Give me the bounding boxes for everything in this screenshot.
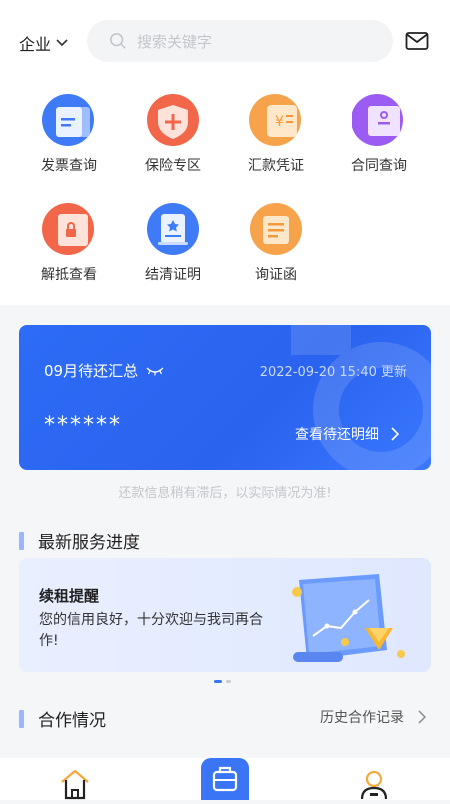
top-panel: 企业 搜索关键字 发票查询 保险专区 ¥ 汇款凭证 合同查询 解抵查看 结清证明… [0, 0, 450, 305]
card-watermark [291, 325, 431, 470]
service-label: 发票查询 [41, 158, 97, 174]
service-label: 保险专区 [145, 158, 201, 174]
renewal-reminder-banner[interactable]: 续租提醒 您的信用良好，十分欢迎与我司再合作! [19, 558, 431, 672]
service-confirmation[interactable]: 询证函 [231, 202, 321, 284]
confirmation-letter-icon [249, 202, 303, 256]
service-remittance[interactable]: ¥ 汇款凭证 [231, 93, 321, 175]
summary-updated-time: 2022-09-20 15:40 更新 [259, 365, 407, 380]
chevron-right-icon [418, 710, 426, 724]
header: 企业 搜索关键字 [0, 0, 450, 80]
promo-title: 续租提醒 [39, 587, 100, 605]
section-bar [19, 709, 24, 728]
section-title: 最新服务进度 [38, 533, 140, 553]
section-title: 合作情况 [38, 711, 106, 731]
repayment-hint: 还款信息稍有滞后，以实际情况为准! [118, 486, 332, 501]
progress-section-header: 最新服务进度 [19, 528, 140, 553]
enterprise-selector[interactable]: 企业 [19, 31, 69, 55]
invoice-icon [42, 93, 96, 147]
chevron-right-icon [391, 427, 399, 441]
release-mortgage-icon [42, 202, 96, 256]
history-link-label: 历史合作记录 [320, 710, 404, 726]
tab-briefcase[interactable] [201, 758, 249, 800]
home-icon[interactable] [58, 766, 92, 800]
service-release[interactable]: 解抵查看 [24, 202, 114, 284]
carousel-dot[interactable] [226, 680, 231, 683]
contract-icon [351, 93, 406, 147]
eye-closed-icon[interactable] [146, 366, 164, 376]
service-contract[interactable]: 合同查询 [334, 93, 424, 175]
service-label: 结清证明 [145, 267, 201, 283]
history-cooperation-link[interactable]: 历史合作记录 [320, 707, 426, 727]
search-input[interactable]: 搜索关键字 [87, 20, 393, 62]
promo-text: 您的信用良好，十分欢迎与我司再合作! [39, 612, 263, 649]
service-settlement[interactable]: 结清证明 [128, 202, 218, 284]
enterprise-label: 企业 [19, 35, 52, 54]
service-label: 合同查询 [351, 158, 407, 174]
service-label: 解抵查看 [41, 267, 97, 283]
carousel-indicator [214, 680, 231, 683]
summary-amount: ****** [44, 413, 122, 438]
settlement-certificate-icon [146, 202, 200, 256]
view-detail-label: 查看待还明细 [295, 427, 379, 443]
search-icon [110, 33, 126, 49]
search-placeholder: 搜索关键字 [137, 32, 213, 51]
remittance-voucher-icon: ¥ [249, 93, 303, 147]
view-detail-link[interactable]: 查看待还明细 [295, 424, 399, 444]
briefcase-icon [212, 766, 238, 792]
repayment-summary-card[interactable]: 09月待还汇总 2022-09-20 15:40 更新 ****** 查看待还明… [19, 325, 431, 470]
bottom-tab-bar [0, 758, 450, 800]
service-invoice[interactable]: 发票查询 [24, 93, 114, 175]
service-insurance[interactable]: 保险专区 [128, 93, 218, 175]
insurance-shield-icon [146, 93, 200, 147]
mail-icon[interactable] [405, 31, 429, 51]
svg-text:¥: ¥ [275, 114, 284, 130]
cooperation-section-header: 合作情况 [19, 706, 106, 731]
user-icon[interactable] [357, 766, 391, 800]
summary-title-text: 09月待还汇总 [44, 362, 139, 380]
carousel-dot-active[interactable] [214, 680, 222, 683]
summary-title: 09月待还汇总 [44, 360, 164, 381]
service-label: 询证函 [255, 267, 297, 283]
scroll-chart-illustration [292, 574, 405, 662]
chevron-down-icon [56, 39, 68, 47]
section-bar [19, 531, 24, 550]
service-label: 汇款凭证 [248, 158, 304, 174]
